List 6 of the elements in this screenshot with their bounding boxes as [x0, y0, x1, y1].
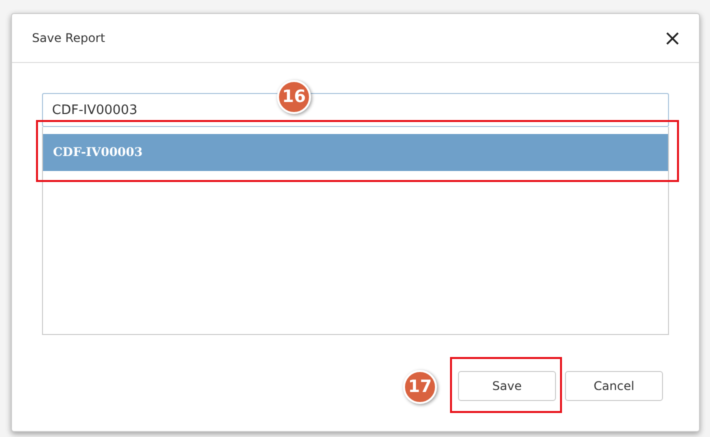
- step-badge: 16: [277, 80, 311, 114]
- cancel-button[interactable]: Cancel: [565, 371, 663, 401]
- step-badge: 17: [403, 370, 437, 404]
- dialog-title: Save Report: [32, 31, 106, 45]
- save-button[interactable]: Save: [458, 371, 556, 401]
- close-icon[interactable]: [666, 32, 679, 44]
